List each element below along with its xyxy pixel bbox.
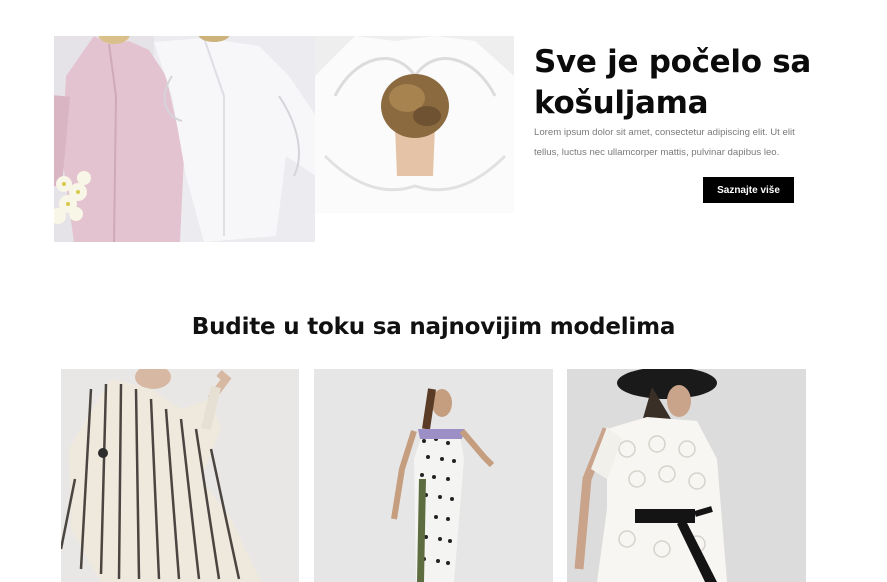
hero-image-shirts (54, 36, 315, 242)
product-image-lace-dress[interactable] (567, 369, 806, 582)
hero-title: Sve je počelo sa košuljama (534, 44, 811, 121)
hero-description: Lorem ipsum dolor sit amet, consectetur … (534, 127, 795, 158)
latest-models-heading: Budite u toku sa najnovijim modelima (191, 314, 676, 340)
learn-more-button[interactable]: Saznajte više (703, 177, 794, 203)
product-image-striped-suit[interactable] (61, 369, 299, 582)
product-image-polka-dress[interactable] (314, 369, 553, 582)
hero-image-back-view (315, 36, 514, 213)
